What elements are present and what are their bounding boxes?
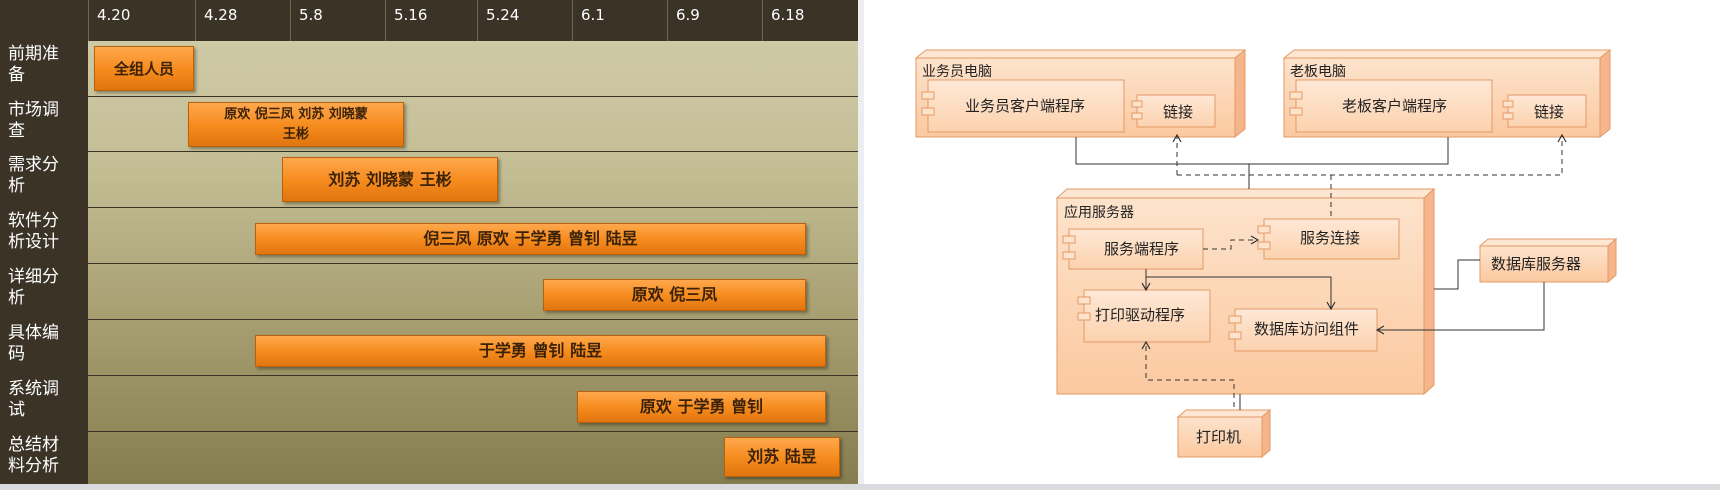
date-label: 6.9 (676, 6, 700, 24)
gantt-bar-requirements: 刘苏 刘晓蒙 王彬 (282, 157, 498, 202)
gantt-bar-preparation: 全组人员 (94, 46, 194, 91)
row-divider (0, 263, 858, 264)
date-label: 6.18 (771, 6, 805, 24)
date-cell: 6.18 (762, 0, 858, 41)
component-label-db-access: 数据库访问组件 (1254, 320, 1359, 338)
date-cell: 4.28 (195, 0, 290, 41)
deployment-diagram-canvas: 业务员电脑 业务员客户端程序 链接 老板电脑 老板客户端程序 链接 应用服务器 … (914, 48, 1618, 459)
task-label-software-design: 软件分 析设计 (8, 211, 59, 252)
component-label-salesman-client: 业务员客户端程序 (965, 97, 1085, 115)
node-title-app-server: 应用服务器 (1064, 204, 1134, 221)
date-label: 5.24 (486, 6, 520, 24)
date-cell: 6.9 (667, 0, 762, 41)
row-divider (0, 151, 858, 152)
date-label: 5.8 (299, 6, 323, 24)
component-label-print-driver: 打印驱动程序 (1095, 306, 1185, 324)
gantt-bar-system-debug: 原欢 于学勇 曾钊 (577, 391, 826, 423)
date-label: 4.28 (204, 6, 238, 24)
date-cell: 5.16 (385, 0, 477, 41)
node-title-printer: 打印机 (1196, 428, 1241, 446)
gantt-bar-market-research: 原欢 倪三凤 刘苏 刘晓蒙 王彬 (188, 102, 404, 147)
date-cell: 4.20 (88, 0, 195, 41)
task-label-detailed-analysis: 详细分 析 (8, 267, 59, 308)
date-cell: 5.8 (290, 0, 385, 41)
component-label-boss-client: 老板客户端程序 (1342, 97, 1447, 115)
task-label-requirements: 需求分 析 (8, 155, 59, 196)
component-label-boss-link: 链接 (1534, 103, 1564, 121)
connector-pcs-to-server (1075, 137, 1449, 189)
gantt-bar-coding: 于学勇 曾钊 陆昱 (255, 335, 826, 367)
gantt-chart: 4.20 4.28 5.8 5.16 5.24 6.1 6.9 6.18 前期准… (0, 0, 858, 490)
gantt-date-header: 4.20 4.28 5.8 5.16 5.24 6.1 6.9 6.18 (0, 0, 858, 41)
node-title-db-server: 数据库服务器 (1491, 255, 1581, 273)
date-cell: 6.1 (572, 0, 667, 41)
row-divider (0, 96, 858, 97)
task-label-summary: 总结材 料分析 (8, 435, 59, 476)
node-title-boss-pc: 老板电脑 (1290, 64, 1346, 80)
gantt-bar-software-design: 倪三凤 原欢 于学勇 曾钊 陆昱 (255, 223, 806, 255)
component-label-salesman-link: 链接 (1163, 103, 1193, 121)
gantt-bar-summary: 刘苏 陆昱 (724, 437, 840, 477)
node-title-salesman-pc: 业务员电脑 (922, 64, 992, 80)
task-label-market-research: 市场调 查 (8, 100, 59, 141)
row-divider (0, 375, 858, 376)
gantt-bar-detailed-analysis: 原欢 倪三凤 (543, 279, 806, 311)
task-label-system-debug: 系统调 试 (8, 379, 59, 420)
date-label: 4.20 (97, 6, 131, 24)
row-divider (0, 431, 858, 432)
row-divider (0, 207, 858, 208)
task-label-preparation: 前期准 备 (8, 44, 59, 85)
date-label: 6.1 (581, 6, 605, 24)
task-label-coding: 具体编 码 (8, 323, 59, 364)
date-cell: 5.24 (477, 0, 572, 41)
date-label: 5.16 (394, 6, 428, 24)
row-divider (0, 319, 858, 320)
bottom-strip (0, 484, 1720, 490)
component-label-server-program: 服务端程序 (1104, 240, 1179, 258)
component-label-service-connection: 服务连接 (1300, 229, 1360, 247)
deployment-diagram: 业务员电脑 业务员客户端程序 链接 老板电脑 老板客户端程序 链接 应用服务器 … (864, 0, 1720, 490)
